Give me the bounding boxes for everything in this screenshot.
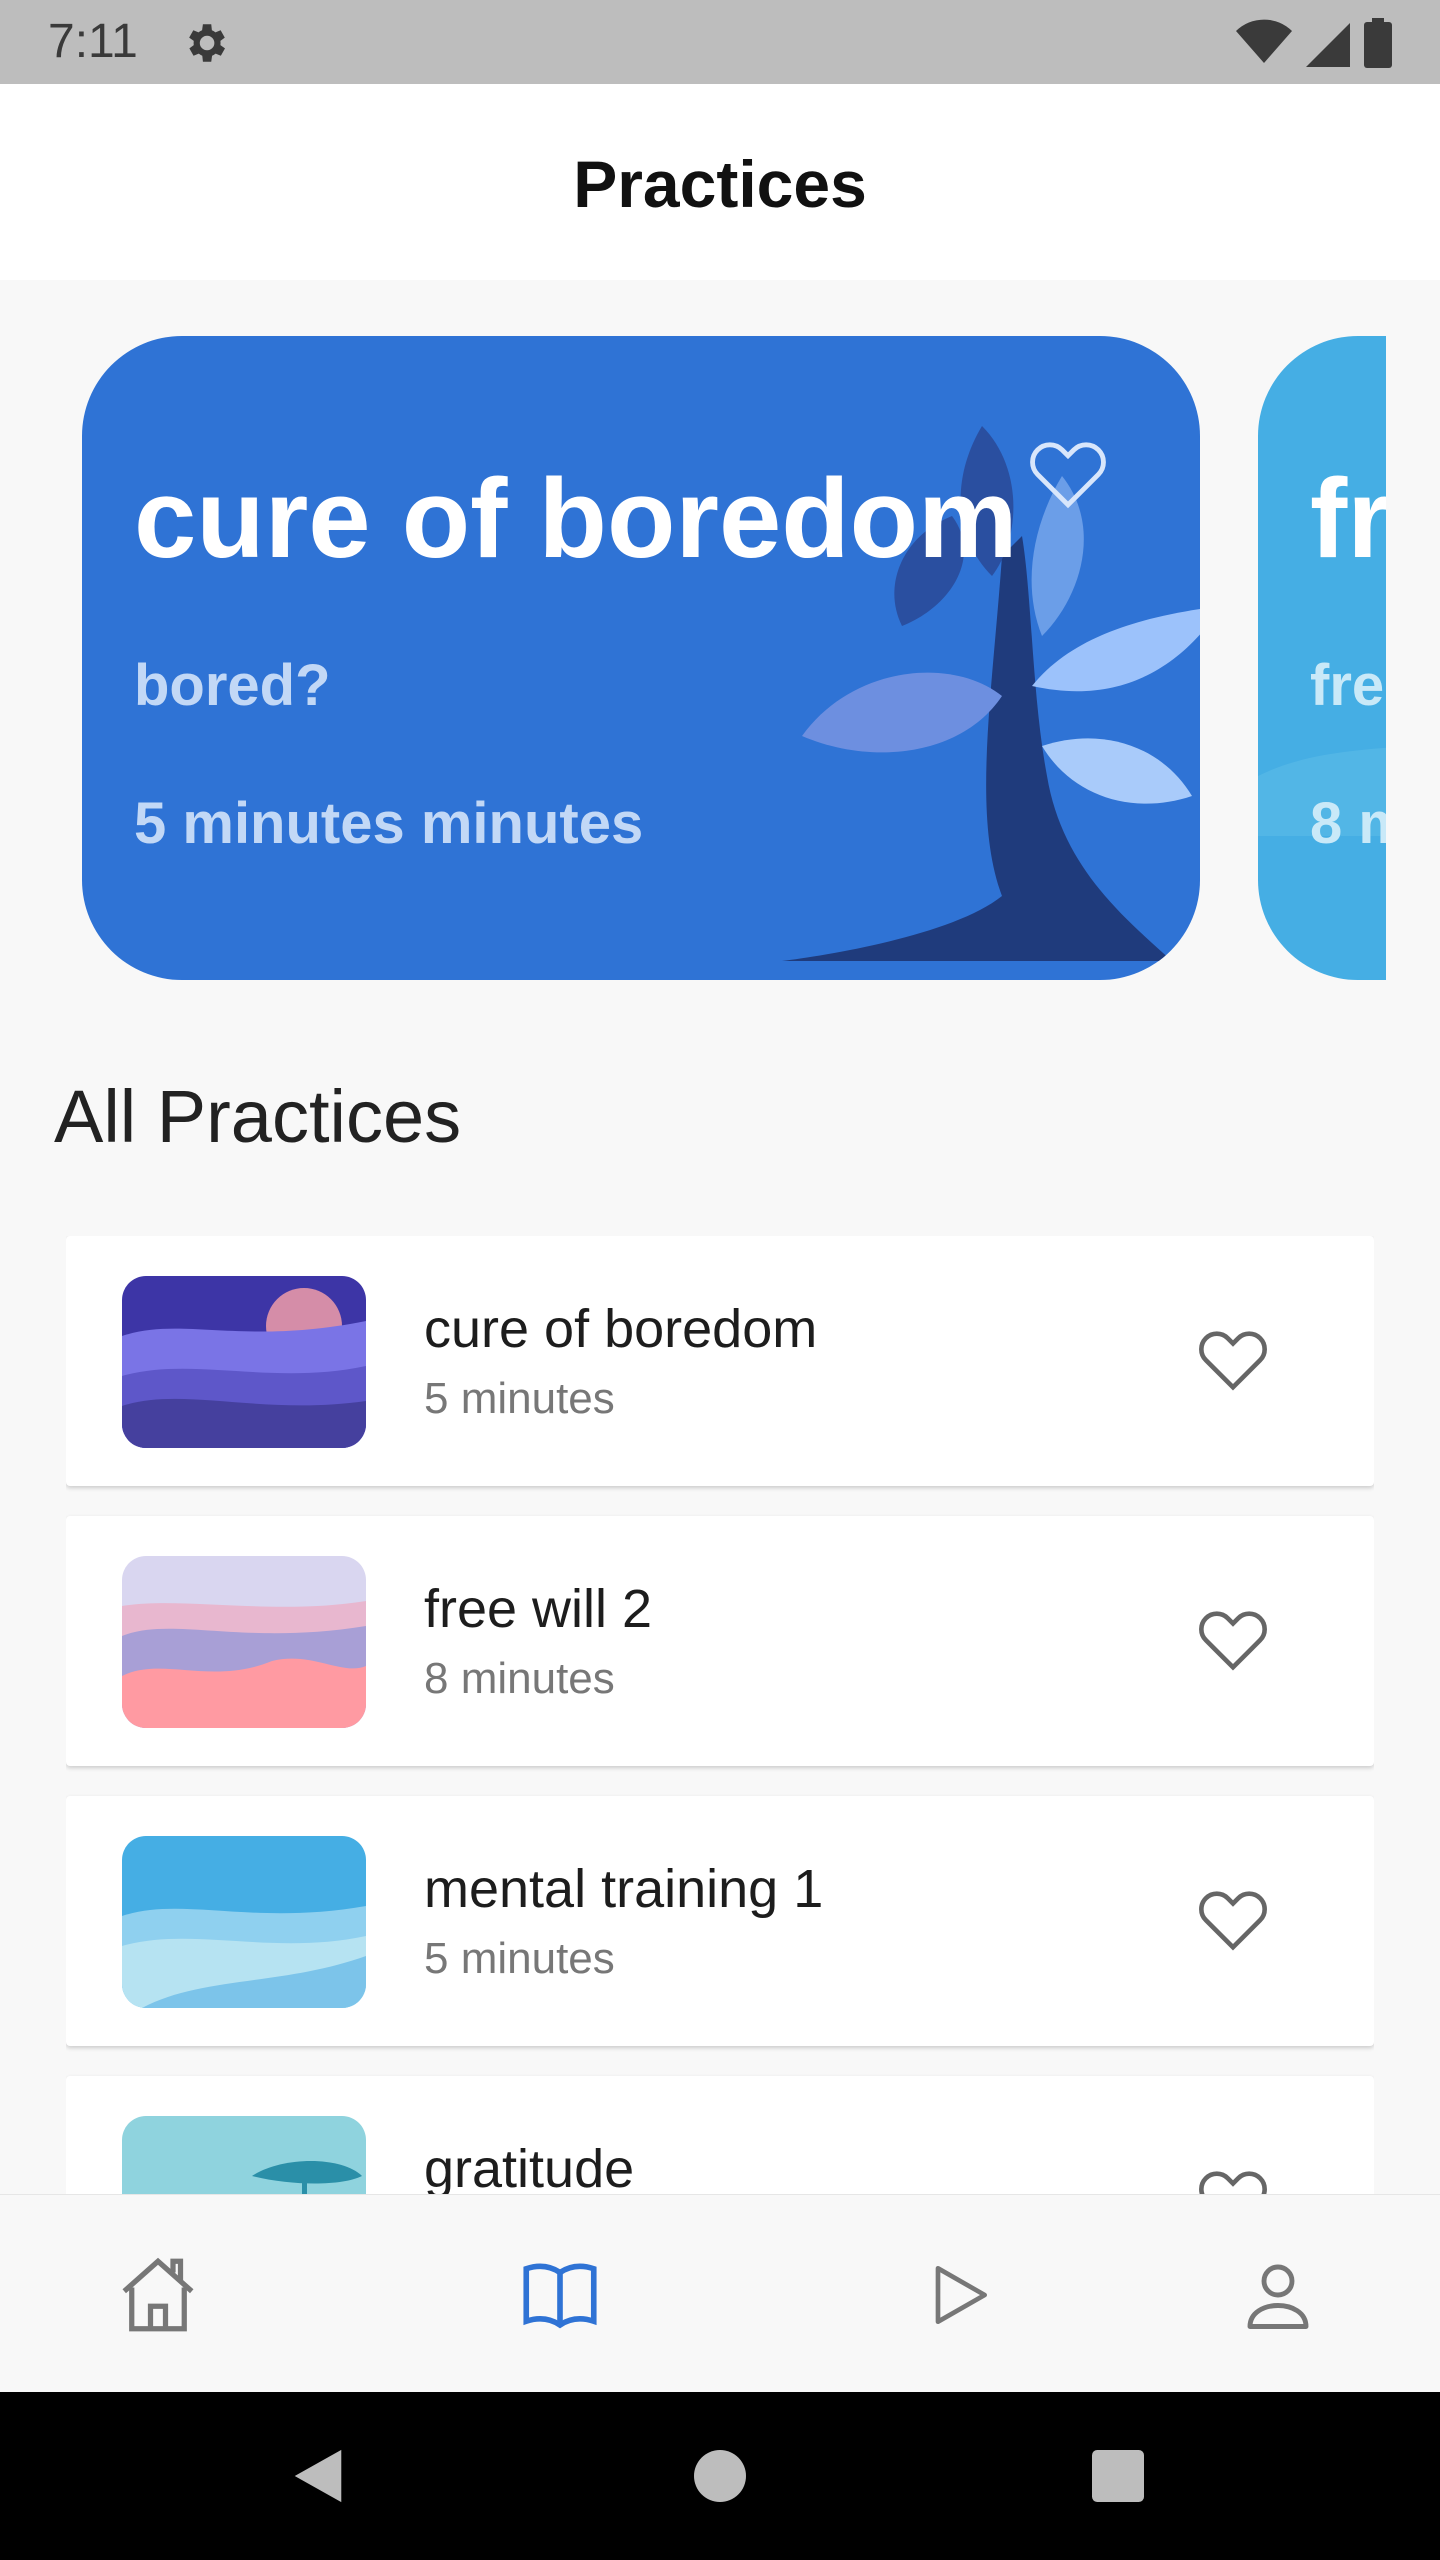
back-triangle-icon xyxy=(294,2449,342,2503)
featured-card[interactable]: cure of boredom bored? 5 minutes minutes xyxy=(82,336,1200,980)
favorite-heart-icon[interactable] xyxy=(1196,1604,1270,1672)
practice-thumbnail xyxy=(122,1556,366,1728)
nav-play-button[interactable] xyxy=(910,2247,1006,2343)
featured-subtitle: bored? xyxy=(134,653,331,718)
system-navigation-bar xyxy=(0,2392,1440,2560)
practice-thumbnail xyxy=(122,2116,366,2194)
practice-thumbnail xyxy=(122,1836,366,2008)
section-title: All Practices xyxy=(54,1075,462,1158)
system-home-button[interactable] xyxy=(680,2436,760,2516)
featured-carousel[interactable]: cure of boredom bored? 5 minutes minutes… xyxy=(0,336,1440,980)
page-title: Practices xyxy=(573,147,867,221)
battery-icon xyxy=(1364,18,1392,68)
app-header: Practices xyxy=(0,84,1440,280)
practice-duration: 5 minutes xyxy=(424,1934,615,1983)
nav-library-button[interactable] xyxy=(512,2247,608,2343)
list-item[interactable]: gratitude xyxy=(66,2076,1374,2194)
system-recents-button[interactable] xyxy=(1078,2436,1158,2516)
carousel-edge xyxy=(1386,336,1440,980)
practice-list[interactable]: cure of boredom 5 minutes free will 2 8 … xyxy=(66,1236,1374,2194)
featured-subtitle-next: fre xyxy=(1310,653,1385,718)
signal-icon xyxy=(1306,23,1350,67)
nav-profile-button[interactable] xyxy=(1230,2247,1326,2343)
list-item[interactable]: cure of boredom 5 minutes xyxy=(66,1236,1374,1486)
featured-title: cure of boredom xyxy=(134,456,1018,581)
featured-duration: 5 minutes minutes xyxy=(134,791,644,856)
favorite-heart-icon[interactable] xyxy=(1196,1884,1270,1952)
nav-home-button[interactable] xyxy=(110,2247,206,2343)
practice-title: mental training 1 xyxy=(424,1859,824,1919)
list-item[interactable]: free will 2 8 minutes xyxy=(66,1516,1374,1766)
settings-gear-icon xyxy=(189,24,225,62)
favorite-heart-icon[interactable] xyxy=(1026,434,1110,510)
practice-duration: 5 minutes xyxy=(424,1374,615,1423)
recents-square-icon xyxy=(1092,2450,1144,2502)
practice-thumbnail xyxy=(122,1276,366,1448)
book-icon xyxy=(523,2263,597,2329)
bottom-navigation xyxy=(0,2194,1440,2392)
favorite-heart-icon[interactable] xyxy=(1196,1324,1270,1392)
list-item[interactable]: mental training 1 5 minutes xyxy=(66,1796,1374,2046)
practice-title: cure of boredom xyxy=(424,1299,818,1359)
profile-icon xyxy=(1247,2264,1309,2329)
home-circle-icon xyxy=(694,2450,746,2502)
system-back-button[interactable] xyxy=(278,2436,358,2516)
status-bar: 7:11 xyxy=(0,0,1440,84)
wifi-icon xyxy=(1236,19,1292,64)
favorite-heart-icon[interactable] xyxy=(1196,2164,1270,2194)
featured-title-next: fr xyxy=(1310,456,1391,581)
status-time: 7:11 xyxy=(48,15,138,68)
play-icon xyxy=(935,2266,987,2324)
practice-duration: 8 minutes xyxy=(424,1654,615,1703)
home-icon xyxy=(122,2257,194,2332)
practice-title: free will 2 xyxy=(424,1579,653,1639)
practice-title: gratitude xyxy=(424,2139,635,2194)
